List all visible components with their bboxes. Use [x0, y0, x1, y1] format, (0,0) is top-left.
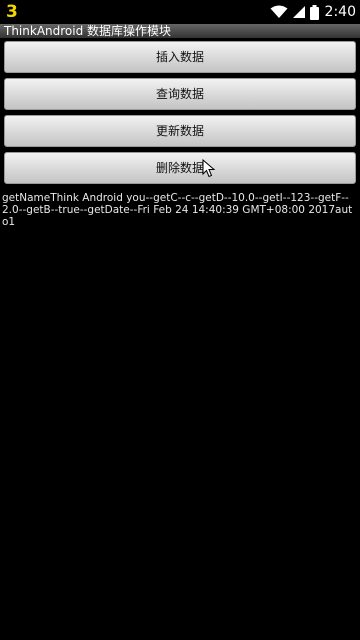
app-title-bar: ThinkAndroid 数据库操作模块	[0, 24, 360, 38]
query-data-button[interactable]: 查询数据	[4, 78, 356, 110]
delete-data-button[interactable]: 删除数据	[4, 152, 356, 184]
notification-icon: 3	[6, 2, 18, 22]
app-title: ThinkAndroid 数据库操作模块	[4, 24, 172, 38]
query-result-text: getNameThink Android you--getC--c--getD-…	[2, 192, 353, 228]
insert-data-button[interactable]: 插入数据	[4, 41, 356, 73]
battery-icon	[309, 4, 319, 20]
status-icons: 2:40	[270, 2, 356, 22]
update-data-button[interactable]: 更新数据	[4, 115, 356, 147]
wifi-icon	[270, 5, 288, 19]
status-bar: 3 2:40	[0, 0, 360, 24]
mouse-pointer-icon	[202, 158, 216, 179]
signal-icon	[292, 5, 306, 19]
clock: 2:40	[324, 4, 356, 20]
